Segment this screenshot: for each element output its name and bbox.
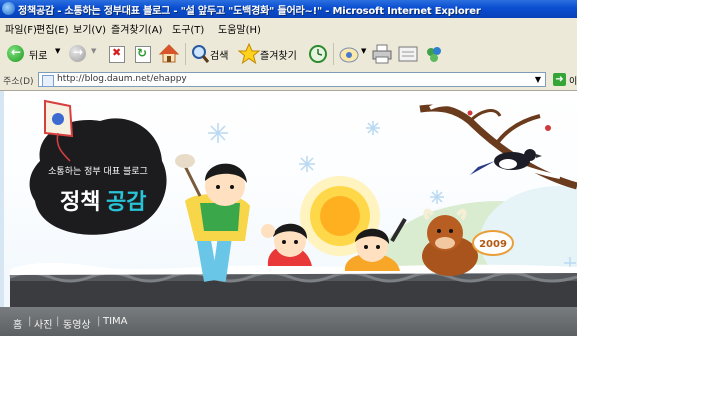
ie-logo-icon xyxy=(2,2,15,15)
mail-button[interactable]: ▼ xyxy=(338,43,368,65)
menu-tools[interactable]: 도구(T) xyxy=(172,21,204,36)
menu-bar: 파일(F) 편집(E) 보기(V) 즐겨찾기(A) 도구(T) 도움말(H) xyxy=(0,18,577,38)
nav-home[interactable]: 홈 xyxy=(13,316,22,331)
browser-window: 정책공감 - 소통하는 정부대표 블로그 - "설 앞두고 "도백경화" 들어라… xyxy=(0,0,577,336)
window-title: 정책공감 - 소통하는 정부대표 블로그 - "설 앞두고 "도백경화" 들어라… xyxy=(18,6,481,17)
tree-branch-illustration xyxy=(419,102,577,190)
address-bar: 주소(D) http://blog.daum.net/ehappy ▼ ➜ 이 xyxy=(0,70,577,91)
search-label: 검색 xyxy=(210,51,229,62)
go-arrow-icon[interactable]: ➜ xyxy=(553,73,566,86)
refresh-button[interactable]: ↻ xyxy=(132,43,154,65)
blog-header-banner: 소통하는 정부 대표 블로그 정책 공감 2009 xyxy=(9,99,577,307)
blog-nav-bar: 홈 | 사진 | 동영상 | TIMA xyxy=(0,307,577,336)
standard-toolbar: ← 뒤로 ▼ → ▼ ✖ ↻ 검색 즐겨찾기 ▼ xyxy=(0,37,577,71)
logo-text-part2: 공감 xyxy=(106,190,146,215)
home-icon xyxy=(158,44,180,63)
search-button[interactable]: 검색 xyxy=(190,43,234,65)
blog-logo[interactable]: 소통하는 정부 대표 블로그 정책 공감 xyxy=(29,118,167,235)
nav-photo[interactable]: 사진 xyxy=(34,316,52,331)
messenger-icon xyxy=(427,47,441,62)
back-dropdown-icon[interactable]: ▼ xyxy=(55,47,60,55)
favorites-label: 즐겨찾기 xyxy=(260,51,297,62)
menu-view[interactable]: 보기(V) xyxy=(73,21,106,36)
roof-tile-wall-illustration xyxy=(9,262,577,307)
back-label: 뒤로 xyxy=(29,51,48,62)
logo-text-part1: 정책 xyxy=(60,190,100,215)
favorites-button[interactable]: 즐겨찾기 xyxy=(238,43,302,65)
edit-button[interactable] xyxy=(397,43,421,65)
nav-separator: | xyxy=(28,316,32,327)
mail-dropdown-icon[interactable]: ▼ xyxy=(361,47,366,55)
mail-icon xyxy=(339,47,359,63)
favorites-star-icon xyxy=(238,43,260,65)
menu-help[interactable]: 도움말(H) xyxy=(218,21,261,36)
nav-separator: | xyxy=(56,316,60,327)
child-character-red xyxy=(261,223,312,266)
blog-tagline: 소통하는 정부 대표 블로그 xyxy=(48,166,148,177)
back-button[interactable]: ← 뒤로 ▼ xyxy=(5,43,63,65)
nav-video[interactable]: 동영상 xyxy=(63,316,91,331)
go-label[interactable]: 이 xyxy=(569,74,577,87)
print-button[interactable] xyxy=(371,43,395,65)
stop-button[interactable]: ✖ xyxy=(106,43,128,65)
page-icon xyxy=(42,75,54,87)
home-button[interactable] xyxy=(158,43,182,65)
edit-document-icon xyxy=(398,46,418,62)
address-dropdown-icon[interactable]: ▼ xyxy=(531,73,545,86)
address-input[interactable]: http://blog.daum.net/ehappy ▼ xyxy=(38,72,546,87)
nav-tima[interactable]: TIMA xyxy=(103,316,128,327)
menu-favorites[interactable]: 즐겨찾기(A) xyxy=(111,21,162,36)
year-badge: 2009 xyxy=(479,239,507,250)
history-icon xyxy=(309,45,327,63)
page-content: 소통하는 정부 대표 블로그 정책 공감 2009 홈 | 사진 | 동영상 |… xyxy=(0,91,577,336)
title-bar[interactable]: 정책공감 - 소통하는 정부대표 블로그 - "설 앞두고 "도백경화" 들어라… xyxy=(0,0,577,18)
address-label: 주소(D) xyxy=(3,77,34,87)
nav-separator: | xyxy=(97,316,101,327)
printer-icon xyxy=(372,44,392,64)
forward-dropdown-icon[interactable]: ▼ xyxy=(91,47,96,55)
search-icon xyxy=(192,45,210,63)
menu-file[interactable]: 파일(F) xyxy=(5,21,37,36)
address-url[interactable]: http://blog.daum.net/ehappy xyxy=(57,74,187,84)
messenger-button[interactable] xyxy=(423,43,447,65)
history-button[interactable] xyxy=(307,43,331,65)
menu-edit[interactable]: 편집(E) xyxy=(36,21,69,36)
forward-button[interactable]: → ▼ xyxy=(67,43,101,65)
child-character-main xyxy=(175,154,250,282)
